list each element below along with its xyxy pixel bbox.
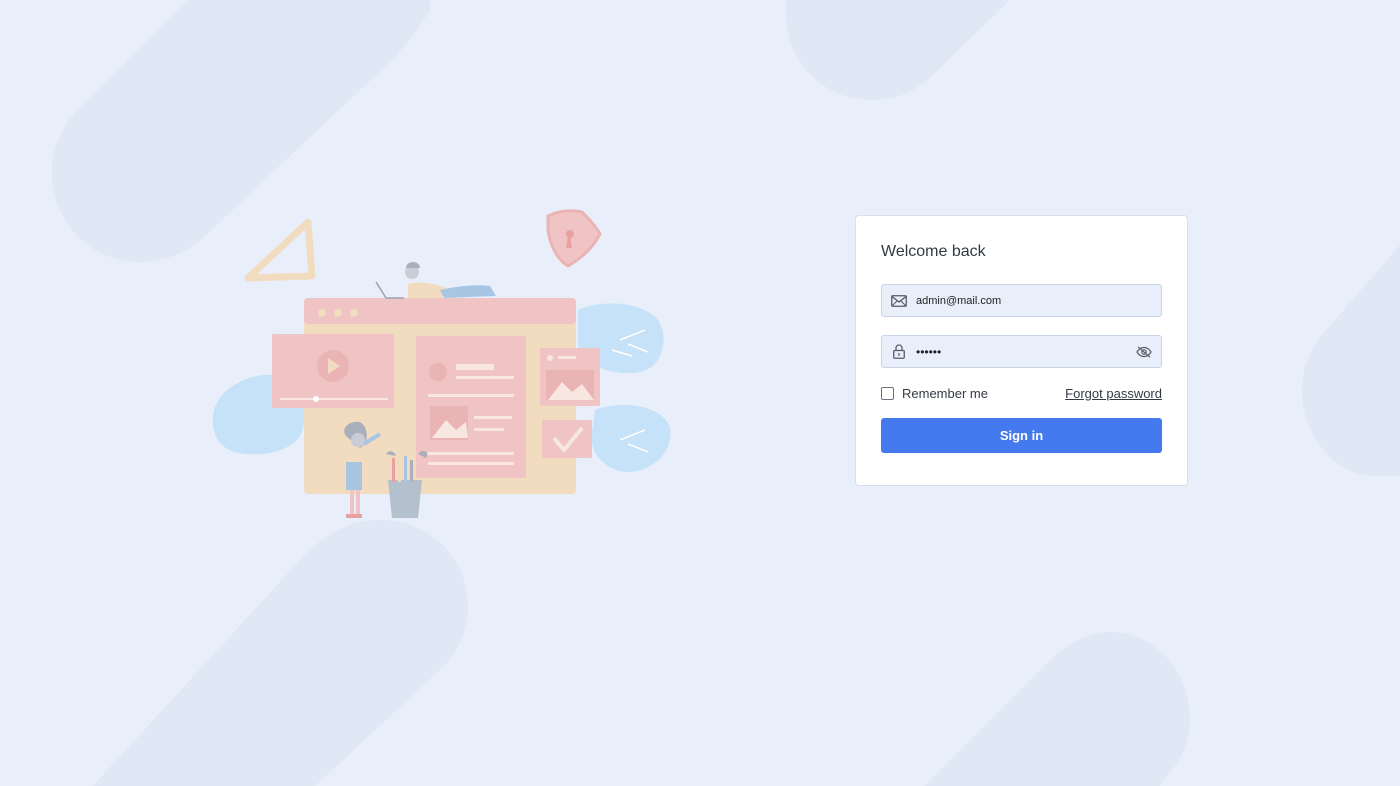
workspace-illustration xyxy=(212,209,671,518)
eye-off-icon[interactable] xyxy=(1127,336,1161,367)
forgot-password-link[interactable]: Forgot password xyxy=(1065,386,1162,401)
remember-me[interactable]: Remember me xyxy=(881,386,988,401)
login-page: Welcome back admin@mail.com •••••• Remem… xyxy=(0,0,1400,786)
login-title: Welcome back xyxy=(881,243,986,260)
password-field[interactable] xyxy=(881,335,1162,368)
password-input[interactable] xyxy=(916,336,1127,367)
sign-in-button[interactable]: Sign in xyxy=(881,418,1162,453)
remember-label: Remember me xyxy=(902,385,988,401)
email-input[interactable] xyxy=(916,285,1161,316)
mail-icon xyxy=(882,285,916,316)
email-field[interactable] xyxy=(881,284,1162,317)
lock-icon xyxy=(882,336,916,367)
options-row: Remember me Forgot password xyxy=(881,383,1162,403)
remember-checkbox[interactable] xyxy=(881,386,894,400)
login-card: Welcome back admin@mail.com •••••• Remem… xyxy=(855,215,1188,486)
